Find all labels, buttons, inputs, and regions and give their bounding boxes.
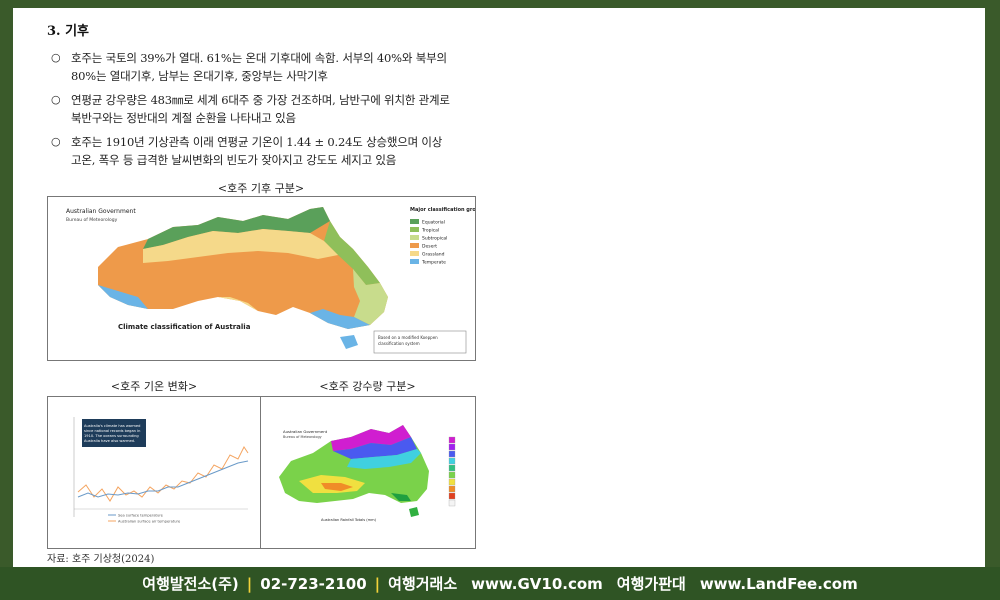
legend-swatch (410, 227, 419, 232)
phone-number: 02-723-2100 (260, 574, 367, 593)
legend-label: Tropical (421, 228, 439, 234)
rain-legend-swatch (448, 443, 456, 451)
svg-text:Australia's climate has warmed: Australia's climate has warmed (84, 424, 140, 428)
svg-text:Australian surface air tempera: Australian surface air temperature (118, 520, 181, 524)
legend-label: Desert (422, 244, 437, 250)
temperature-chart-figure: Australia's climate has warmed since nat… (47, 396, 261, 549)
rain-legend-swatch (448, 457, 456, 465)
legend-label: Temperate (421, 260, 446, 266)
svg-text:1910. The oceans surrounding: 1910. The oceans surrounding (84, 434, 139, 438)
svg-text:Australia have also warmed.: Australia have also warmed. (84, 439, 135, 443)
separator: | (246, 574, 253, 593)
rain-legend-swatch (448, 485, 456, 493)
svg-text:Australian Government: Australian Government (283, 429, 328, 434)
legend-swatch (410, 259, 419, 264)
legend-swatch (410, 251, 419, 256)
rain-legend-swatch (448, 436, 456, 444)
rain-legend-swatch (448, 499, 456, 507)
legend-label: Subtropical (422, 236, 447, 242)
bullet-item: ○ 호주는 국토의 39%가 열대. 61%는 온대 기후대에 속함. 서부의 … (51, 49, 491, 85)
svg-text:Climate classification of Aust: Climate classification of Australia (118, 323, 251, 331)
bullet-line: 고온, 폭우 등 급격한 날씨변화의 빈도가 잦아지고 강도도 세지고 있음 (71, 153, 397, 167)
bullet-line: 80%는 열대기후, 남부는 온대기후, 중앙부는 사막기후 (71, 69, 328, 83)
svg-text:Major classification groups: Major classification groups (410, 207, 475, 213)
temp-caption: <호주 기온 변화> (110, 380, 198, 393)
separator: | (374, 574, 381, 593)
company-name: 여행발전소(주) (142, 575, 239, 593)
legend-label: Grassland (422, 252, 445, 258)
gv10-link[interactable]: www.GV10.com (471, 575, 603, 593)
climate-map: Australian Government Bureau of Meteorol… (48, 197, 475, 360)
svg-text:Bureau of Meteorology: Bureau of Meteorology (283, 435, 322, 439)
bullet-mark: ○ (51, 93, 61, 106)
rainfall-map-figure: Australian Government Bureau of Meteorol… (260, 396, 476, 549)
legend-label: Equatorial (422, 220, 445, 226)
exchange-label: 여행거래소 (388, 575, 458, 593)
bullet-item: ○ 연평균 강우량은 483㎜로 세계 6대주 중 가장 건조하며, 남반구에 … (51, 91, 491, 127)
svg-text:since national records began i: since national records began in (84, 429, 140, 433)
bullet-line: 호주는 1910년 기상관측 이래 연평균 기온이 1.44 ± 0.24도 상… (71, 135, 443, 149)
bullet-mark: ○ (51, 135, 61, 148)
bullet-line: 북반구와는 정반대의 계절 순환을 나타내고 있음 (71, 111, 296, 125)
rain-legend-swatch (448, 492, 456, 500)
climate-map-figure: Australian Government Bureau of Meteorol… (47, 196, 476, 361)
rain-legend-swatch (448, 478, 456, 486)
map1-caption: <호주 기후 구분> (217, 182, 305, 195)
rain-legend-swatch (448, 450, 456, 458)
section-heading: 3. 기후 (47, 24, 90, 39)
rain-caption: <호주 강수량 구분> (319, 380, 416, 393)
legend-swatch (410, 235, 419, 240)
svg-text:Bureau of Meteorology: Bureau of Meteorology (66, 217, 118, 223)
svg-text:Based on a modified Koeppen: Based on a modified Koeppen (378, 335, 438, 340)
footer-bar: 여행발전소(주) | 02-723-2100 | 여행거래소 www.GV10.… (0, 567, 1000, 600)
rainfall-map: Australian Government Bureau of Meteorol… (261, 397, 475, 548)
temperature-chart: Australia's climate has warmed since nat… (48, 397, 260, 548)
board-label: 여행가판대 (616, 575, 686, 593)
rain-legend-swatch (448, 464, 456, 472)
source-note: 자료: 호주 기상청(2024) (47, 554, 155, 565)
rain-legend-swatch (448, 471, 456, 479)
bullet-line: 연평균 강우량은 483㎜로 세계 6대주 중 가장 건조하며, 남반구에 위치… (71, 93, 450, 107)
bullet-item: ○ 호주는 1910년 기상관측 이래 연평균 기온이 1.44 ± 0.24도… (51, 133, 491, 169)
legend-swatch (410, 243, 419, 248)
bullet-line: 호주는 국토의 39%가 열대. 61%는 온대 기후대에 속함. 서부의 40… (71, 51, 447, 65)
svg-text:Australian Rainfall Totals (mm: Australian Rainfall Totals (mm) (321, 518, 377, 522)
document-page: 3. 기후 ○ 호주는 국토의 39%가 열대. 61%는 온대 기후대에 속함… (13, 8, 985, 567)
svg-text:classification system: classification system (378, 341, 420, 346)
bullet-mark: ○ (51, 51, 61, 64)
svg-text:Sea surface temperature: Sea surface temperature (118, 514, 164, 518)
legend-swatch (410, 219, 419, 224)
landfee-link[interactable]: www.LandFee.com (700, 575, 858, 593)
gov-label: Australian Government (66, 208, 136, 215)
